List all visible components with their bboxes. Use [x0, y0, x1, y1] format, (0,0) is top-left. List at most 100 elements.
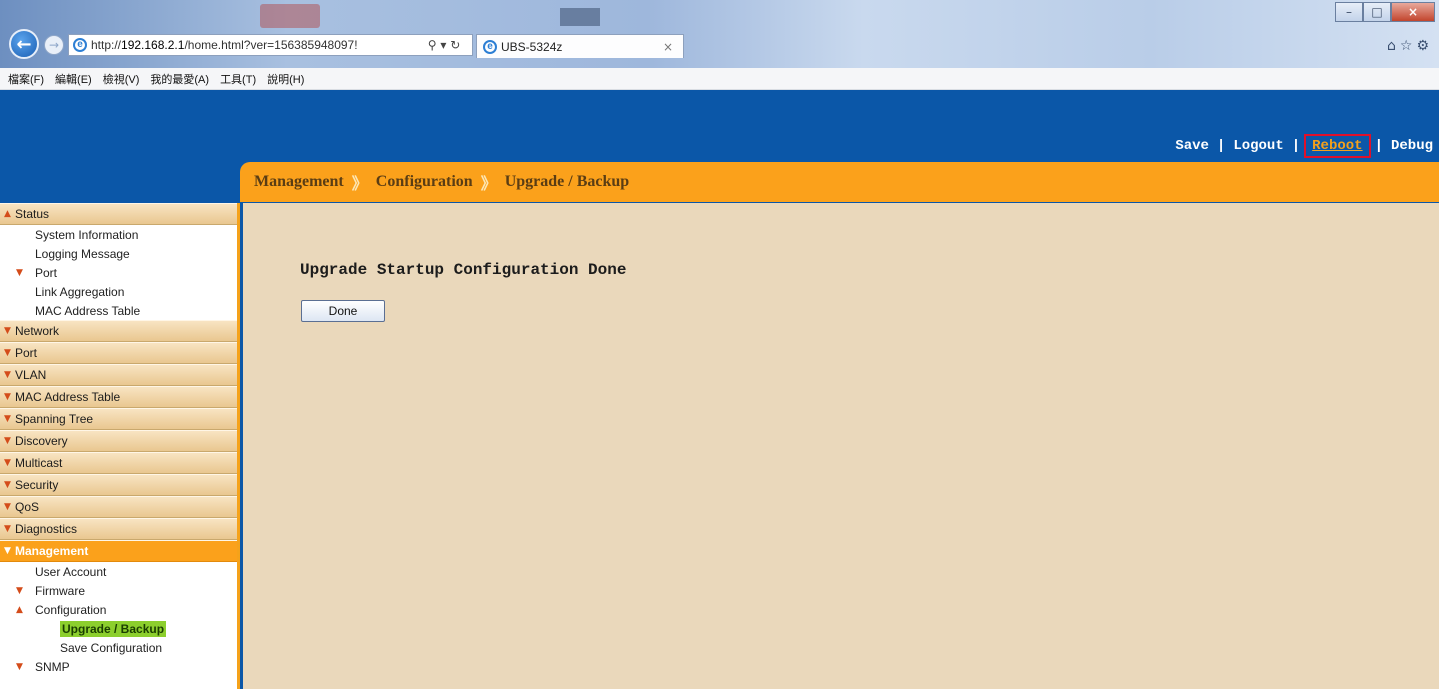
address-bar[interactable]: e http://192.168.2.1/home.html?ver=15638… — [68, 34, 473, 56]
chevron-down-icon: ▼ — [4, 392, 11, 402]
sidebar-item-save-configuration[interactable]: Save Configuration — [0, 638, 237, 657]
menu-file[interactable]: 檔案(F) — [8, 71, 44, 87]
sidebar-item-user-account[interactable]: User Account — [0, 562, 237, 581]
sidebar-item-system-information[interactable]: System Information — [0, 225, 237, 244]
chevron-down-icon: ▼ — [16, 661, 23, 672]
sidebar-item-label: SNMP — [35, 659, 70, 674]
sidebar-item-logging-message[interactable]: Logging Message — [0, 244, 237, 263]
sidebar-item-firmware[interactable]: ▼ Firmware — [0, 581, 237, 600]
reboot-link[interactable]: Reboot — [1304, 134, 1371, 158]
forward-button[interactable]: → — [44, 35, 64, 55]
sidebar-section-label: Management — [15, 544, 89, 558]
chevron-up-icon: ▲ — [16, 604, 23, 615]
chevron-down-icon: ▼ — [4, 480, 11, 490]
debug-link[interactable]: Debug — [1391, 138, 1433, 154]
sidebar-section-label: Security — [15, 478, 59, 492]
browser-toolbar-icons[interactable]: ⌂☆⚙ — [1387, 38, 1433, 54]
sidebar-section-discovery[interactable]: ▼ Discovery — [0, 430, 237, 452]
sidebar-item-label: Configuration — [35, 602, 107, 617]
address-tools[interactable]: ⚲ ▾ ↻ — [416, 38, 472, 52]
minimize-button[interactable]: – — [1335, 2, 1363, 22]
sidebar-section-label: VLAN — [15, 368, 47, 382]
sidebar: ▲ Status System Information Logging Mess… — [0, 203, 240, 689]
chevron-down-icon: ▼ — [4, 436, 11, 446]
sidebar-section-label: Network — [15, 324, 60, 338]
chevron-down-icon: ▼ — [4, 502, 11, 512]
ie-icon: e — [73, 38, 87, 52]
sidebar-section-label: MAC Address Table — [15, 390, 121, 404]
sidebar-section-label: Diagnostics — [15, 522, 78, 536]
background-decoration — [560, 8, 600, 26]
separator: | — [1291, 138, 1301, 154]
background-decoration — [260, 4, 320, 28]
maximize-button[interactable]: □ — [1363, 2, 1391, 22]
sidebar-item-snmp[interactable]: ▼ SNMP — [0, 657, 237, 676]
top-links: Save | Logout | Reboot | Debug — [1175, 134, 1433, 158]
sidebar-section-port[interactable]: ▼ Port — [0, 342, 237, 364]
sidebar-section-network[interactable]: ▼ Network — [0, 320, 237, 342]
sidebar-section-multicast[interactable]: ▼ Multicast — [0, 452, 237, 474]
done-button[interactable]: Done — [301, 300, 385, 322]
browser-titlebar: – □ × ← → e http://192.168.2.1/home.html… — [0, 0, 1439, 68]
menu-favorites[interactable]: 我的最愛(A) — [150, 71, 209, 87]
sidebar-section-label: QoS — [15, 500, 40, 514]
arrow-right-icon: → — [48, 38, 60, 52]
logout-link[interactable]: Logout — [1233, 138, 1283, 154]
sidebar-section-spanning-tree[interactable]: ▼ Spanning Tree — [0, 408, 237, 430]
breadcrumb-item: Configuration — [375, 173, 473, 190]
menu-help[interactable]: 說明(H) — [267, 71, 304, 87]
breadcrumb-item: Upgrade / Backup — [504, 173, 630, 190]
chevron-right-icon: 》 — [351, 176, 368, 193]
arrow-left-icon: ← — [16, 33, 32, 55]
sidebar-section-status[interactable]: ▲ Status — [0, 203, 237, 225]
sidebar-item-label: Upgrade / Backup — [60, 620, 167, 637]
sidebar-section-mac-address-table[interactable]: ▼ MAC Address Table — [0, 386, 237, 408]
ie-icon: e — [483, 39, 497, 54]
page-title: Upgrade Startup Configuration Done — [300, 261, 627, 279]
sidebar-item-label: Port — [35, 265, 58, 280]
web-page: Save | Logout | Reboot | Debug Managemen… — [0, 90, 1439, 689]
sidebar-item-status-mac-address-table[interactable]: MAC Address Table — [0, 301, 237, 320]
sidebar-section-label: Status — [15, 207, 50, 221]
back-button[interactable]: ← — [9, 29, 39, 59]
sidebar-section-label: Discovery — [15, 434, 68, 448]
menu-edit[interactable]: 編輯(E) — [55, 71, 92, 87]
sidebar-section-security[interactable]: ▼ Security — [0, 474, 237, 496]
tab-close-icon[interactable]: × — [663, 40, 683, 54]
menu-bar: 檔案(F) 編輯(E) 檢視(V) 我的最愛(A) 工具(T) 說明(H) — [0, 68, 1439, 90]
chevron-down-icon: ▼ — [4, 524, 11, 534]
close-button[interactable]: × — [1391, 2, 1435, 22]
chevron-down-icon: ▼ — [4, 370, 11, 380]
browser-tab[interactable]: e UBS-5324z × — [476, 34, 684, 58]
chevron-down-icon: ▼ — [16, 585, 23, 596]
chevron-down-icon: ▼ — [4, 348, 11, 358]
sidebar-section-vlan[interactable]: ▼ VLAN — [0, 364, 237, 386]
sidebar-item-upgrade-backup[interactable]: Upgrade / Backup — [0, 619, 237, 638]
separator: | — [1374, 138, 1383, 154]
sidebar-item-status-port[interactable]: ▼ Port — [0, 263, 237, 282]
breadcrumb-item: Management — [254, 173, 344, 190]
sidebar-section-label: Spanning Tree — [15, 412, 94, 426]
separator: | — [1216, 138, 1226, 154]
main-content: Upgrade Startup Configuration Done Done — [243, 203, 1439, 689]
chevron-down-icon: ▼ — [4, 458, 11, 468]
chevron-down-icon: ▼ — [4, 414, 11, 424]
address-url[interactable]: http://192.168.2.1/home.html?ver=1563859… — [91, 38, 416, 52]
chevron-down-icon: ▼ — [4, 546, 11, 556]
menu-tools[interactable]: 工具(T) — [220, 71, 256, 87]
sidebar-item-label: Firmware — [35, 583, 85, 598]
tab-title: UBS-5324z — [501, 39, 563, 54]
sidebar-section-qos[interactable]: ▼ QoS — [0, 496, 237, 518]
chevron-right-icon: 》 — [480, 176, 497, 193]
sidebar-section-diagnostics[interactable]: ▼ Diagnostics — [0, 518, 237, 540]
sidebar-section-label: Port — [15, 346, 38, 360]
chevron-up-icon: ▲ — [4, 209, 11, 219]
sidebar-item-configuration[interactable]: ▲ Configuration — [0, 600, 237, 619]
breadcrumb: Management 》 Configuration 》 Upgrade / B… — [240, 162, 1439, 202]
chevron-down-icon: ▼ — [16, 267, 23, 278]
sidebar-section-label: Multicast — [15, 456, 63, 470]
sidebar-item-link-aggregation[interactable]: Link Aggregation — [0, 282, 237, 301]
menu-view[interactable]: 檢視(V) — [103, 71, 140, 87]
save-link[interactable]: Save — [1175, 138, 1209, 154]
sidebar-section-management[interactable]: ▼ Management — [0, 540, 237, 562]
